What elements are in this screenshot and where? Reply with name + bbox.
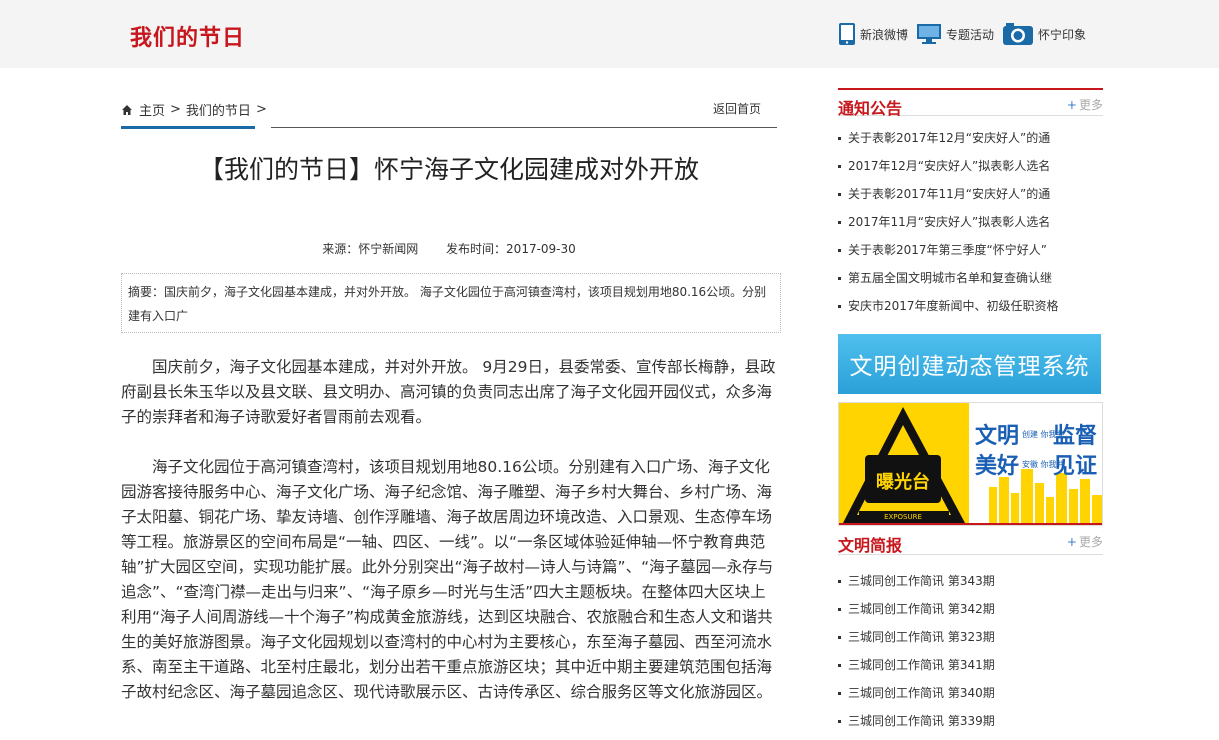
notice-item[interactable]: 2017年11月“安庆好人”拟表彰人选名 — [838, 208, 1103, 236]
breadcrumb-divider — [271, 127, 777, 128]
breadcrumb-underline — [121, 126, 255, 129]
back-home-link[interactable]: 返回首页 — [713, 100, 761, 117]
cms-banner[interactable]: 文明创建动态管理系统 — [838, 334, 1101, 394]
article-body: 国庆前夕，海子文化园基本建成，并对外开放。 9月29日，县委常委、宣传部长梅静，… — [121, 355, 779, 730]
article-date: 发布时间：2017-09-30 — [446, 242, 576, 256]
exposure-slogan-1a: 文明 — [975, 423, 1019, 449]
exposure-badge-text: 曝光台 — [876, 471, 930, 493]
article-source: 来源：怀宁新闻网 — [322, 242, 419, 256]
article-paragraph: 国庆前夕，海子文化园基本建成，并对外开放。 9月29日，县委常委、宣传部长梅静，… — [121, 358, 776, 426]
link-impression[interactable]: 怀宁印象 — [1002, 22, 1086, 46]
plus-icon: + — [1066, 98, 1077, 112]
link-weibo[interactable]: 新浪微博 — [838, 22, 908, 46]
brief-item[interactable]: 三城同创工作简讯 第323期 — [838, 623, 1103, 651]
exposure-badge-en: EXPOSURE — [884, 513, 922, 521]
breadcrumb-home[interactable]: 主页 — [139, 100, 165, 119]
notices-list: 关于表彰2017年12月“安庆好人”的通 2017年12月“安庆好人”拟表彰人选… — [838, 124, 1103, 320]
link-topics-label: 专题活动 — [946, 27, 995, 42]
notice-item[interactable]: 关于表彰2017年11月“安庆好人”的通 — [838, 180, 1103, 208]
article-summary: 摘要：国庆前夕，海子文化园基本建成，并对外开放。 海子文化园位于高河镇查湾村，该… — [121, 273, 781, 333]
notices-more-label: 更多 — [1078, 98, 1103, 112]
exposure-illustration: 曝光台 EXPOSURE 文明 创建 你我共 监督 美好 安徽 你我共 见证 — [839, 403, 1102, 525]
plus-icon: + — [1066, 535, 1077, 549]
briefs-header: 文明简报 + 更多 — [838, 527, 1103, 555]
breadcrumb-section[interactable]: 我们的节日 — [186, 100, 251, 119]
article-title: 【我们的节日】怀宁海子文化园建成对外开放 — [198, 155, 699, 184]
exposure-slogan-2a: 美好 — [975, 453, 1019, 479]
briefs-more-link[interactable]: + 更多 — [1067, 533, 1103, 550]
notice-item[interactable]: 安庆市2017年度新闻中、初级任职资格 — [838, 292, 1103, 320]
notice-item[interactable]: 第五届全国文明城市名单和复查确认继 — [838, 264, 1103, 292]
link-topics[interactable]: 专题活动 — [916, 23, 994, 45]
notice-item[interactable]: 2017年12月“安庆好人”拟表彰人选名 — [838, 152, 1103, 180]
exposure-banner[interactable]: 曝光台 EXPOSURE 文明 创建 你我共 监督 美好 安徽 你我共 见证 — [838, 402, 1103, 526]
notice-item[interactable]: 关于表彰2017年第三季度“怀宁好人” — [838, 236, 1103, 264]
site-header: 我们的节日 新浪微博 专题活动 怀宁印象 — [0, 0, 1219, 68]
brief-item[interactable]: 三城同创工作简讯 第339期 — [838, 707, 1103, 735]
breadcrumb-separator: > — [170, 102, 181, 117]
camera-icon — [1003, 23, 1034, 45]
briefs-title: 文明简报 — [838, 536, 903, 555]
exposure-slogan-1b: 监督 — [1053, 423, 1097, 449]
notices-header: 通知公告 + 更多 — [838, 88, 1103, 118]
briefs-section: 文明简报 + 更多 三城同创工作简讯 第343期 三城同创工作简讯 第342期 三… — [838, 527, 1103, 735]
brief-item[interactable]: 三城同创工作简讯 第341期 — [838, 651, 1103, 679]
site-title[interactable]: 我们的节日 — [130, 20, 245, 52]
briefs-list: 三城同创工作简讯 第343期 三城同创工作简讯 第342期 三城同创工作简讯 第… — [838, 567, 1103, 735]
exposure-slogan-2b: 见证 — [1053, 454, 1097, 479]
link-impression-label: 怀宁印象 — [1038, 27, 1087, 42]
brief-item[interactable]: 三城同创工作简讯 第340期 — [838, 679, 1103, 707]
monitor-icon — [917, 24, 942, 44]
link-weibo-label: 新浪微博 — [860, 27, 909, 42]
notices-section: 通知公告 + 更多 关于表彰2017年12月“安庆好人”的通 2017年12月“安… — [838, 88, 1103, 320]
brief-item[interactable]: 三城同创工作简讯 第343期 — [838, 567, 1103, 595]
top-links: 新浪微博 专题活动 怀宁印象 — [838, 20, 1094, 48]
phone-icon — [839, 23, 855, 45]
article-paragraph: 海子文化园位于高河镇查湾村，该项目规划用地80.16公顷。分别建有入口广场、海子… — [121, 458, 774, 701]
notices-title: 通知公告 — [838, 99, 903, 118]
home-icon — [122, 104, 132, 115]
brief-item[interactable]: 三城同创工作简讯 第342期 — [838, 595, 1103, 623]
briefs-more-label: 更多 — [1078, 535, 1103, 549]
notice-item[interactable]: 关于表彰2017年12月“安庆好人”的通 — [838, 124, 1103, 152]
article-meta: 来源：怀宁新闻网 发布时间：2017-09-30 — [121, 240, 777, 257]
breadcrumb: 主页 > 我们的节日 > — [121, 100, 272, 119]
breadcrumb-bar: 主页 > 我们的节日 > 返回首页 — [121, 96, 777, 129]
notices-more-link[interactable]: + 更多 — [1067, 96, 1103, 113]
breadcrumb-separator: > — [255, 102, 267, 117]
